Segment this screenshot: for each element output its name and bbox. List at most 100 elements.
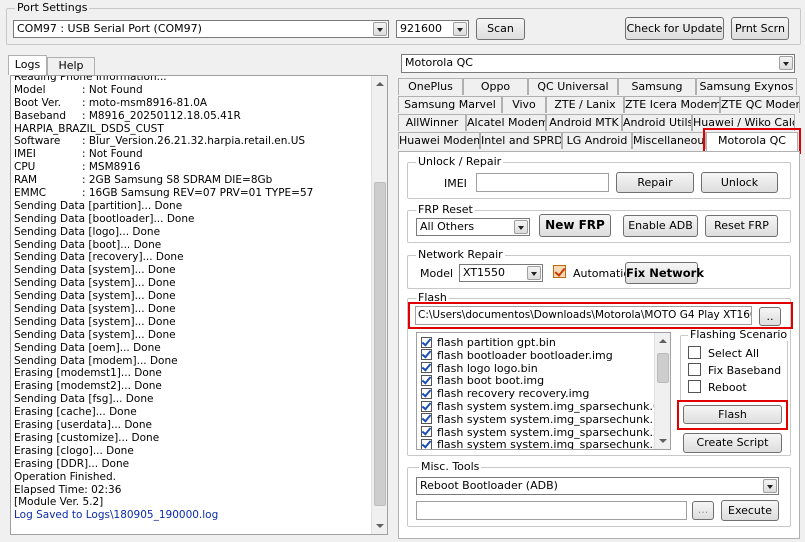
log-line: Sending Data [system]... Done [14, 303, 176, 316]
scroll-up-icon[interactable] [373, 77, 387, 91]
flash-item-checkbox[interactable] [421, 349, 432, 361]
imei-input[interactable] [476, 173, 609, 192]
tab-logs[interactable]: Logs [8, 55, 47, 75]
chevron-down-icon [763, 479, 777, 493]
tab-zte-lanix[interactable]: ZTE / Lanix [546, 96, 624, 113]
tab-oneplus[interactable]: OnePlus [398, 78, 463, 95]
flash-item-checkbox[interactable] [421, 362, 432, 374]
flash-list-item[interactable]: flash system system.img_sparsechunk.2 [421, 426, 660, 439]
log-line: RAM: 2GB Samsung S8 SDRAM DIE=8Gb [14, 174, 370, 187]
log-line: Erasing [modemst2]... Done [14, 380, 162, 393]
log-line: Baseband: M8916_20250112.18.05.41R [14, 110, 370, 123]
flash-path-input[interactable]: C:\Users\documentos\Downloads\Motorola\M… [415, 306, 752, 325]
flash-list-scrollbar[interactable] [654, 333, 670, 449]
scroll-thumb[interactable] [374, 182, 386, 506]
device-select[interactable]: Motorola QC [401, 54, 795, 73]
chevron-down-icon [373, 22, 387, 36]
frp-mode-select[interactable]: All Others [416, 218, 530, 236]
scan-button[interactable]: Scan [476, 18, 525, 40]
log-value: : MSM8916 [82, 161, 141, 174]
flash-title: Flash [416, 291, 449, 304]
new-frp-button[interactable]: New FRP [539, 214, 611, 237]
log-panel[interactable]: Reading Phone Information... Model: Not F… [10, 75, 388, 535]
fix-network-button[interactable]: Fix Network [625, 262, 704, 284]
flash-list-item[interactable]: flash system system.img_sparsechunk.3 [421, 438, 660, 449]
log-line: Sending Data [modem]... Done [14, 354, 178, 367]
flash-item-checkbox[interactable] [421, 413, 432, 425]
log-line: Software: Blur_Version.26.21.32.harpia.r… [14, 135, 370, 148]
tab-alcatel-modem[interactable]: Alcatel Modem [466, 114, 546, 131]
scroll-down-icon[interactable] [656, 434, 670, 448]
tab-zte-icera-modem[interactable]: ZTE Icera Modem [624, 96, 720, 113]
tab-allwinner[interactable]: AllWinner [398, 114, 466, 131]
tab-vivo[interactable]: Vivo [502, 96, 546, 113]
tab-huawei-wiko-calc[interactable]: Huawei / Wiko Calc [692, 114, 795, 131]
tab-samsung-marvel[interactable]: Samsung Marvel [398, 96, 502, 113]
flash-list-item[interactable]: flash logo logo.bin [421, 362, 538, 375]
flash-item-checkbox[interactable] [421, 438, 432, 449]
flash-item-checkbox[interactable] [421, 336, 432, 348]
tab-zte-qc-modem[interactable]: ZTE QC Modem [720, 96, 800, 113]
flash-button[interactable]: Flash [683, 405, 782, 424]
tab-miscellaneous[interactable]: Miscellaneous [632, 132, 706, 149]
tab-intel-and-sprd[interactable]: Intel and SPRD [480, 132, 562, 149]
log-line: Sending Data [system]... Done [14, 264, 176, 277]
tab-samsung-exynos[interactable]: Samsung Exynos [696, 78, 797, 95]
scroll-thumb[interactable] [657, 353, 669, 383]
enable-adb-button[interactable]: Enable ADB [623, 215, 698, 237]
log-key: EMMC [14, 187, 47, 200]
select-all-checkbox[interactable] [688, 346, 701, 359]
tab-lg-android[interactable]: LG Android [562, 132, 632, 149]
repair-button[interactable]: Repair [616, 172, 694, 193]
flash-list-item[interactable]: flash bootloader bootloader.img [421, 349, 613, 362]
flash-list-item[interactable]: flash system system.img_sparsechunk.0 [421, 400, 660, 413]
select-all-label: Select All [708, 347, 760, 360]
flash-item-checkbox[interactable] [421, 374, 432, 386]
flash-browse-button[interactable]: .. [759, 307, 781, 326]
model-label: Model [420, 267, 454, 280]
print-screen-button[interactable]: Prnt Scrn [731, 17, 789, 40]
log-value: : 2GB Samsung S8 SDRAM DIE=8Gb [82, 174, 273, 187]
tab-qc-universal[interactable]: QC Universal [528, 78, 618, 95]
misc-tools-title: Misc. Tools [419, 460, 482, 473]
tab-samsung[interactable]: Samsung [618, 78, 696, 95]
flashing-scenario-title: Flashing Scenario [688, 328, 790, 341]
flash-list-item[interactable]: flash boot boot.img [421, 374, 544, 387]
flash-list-item[interactable]: flash partition gpt.bin [421, 336, 556, 349]
flash-list-item[interactable]: flash system system.img_sparsechunk.1 [421, 413, 660, 426]
flash-item-label: flash system system.img_sparsechunk.1 [437, 412, 660, 426]
check-update-button[interactable]: Check for Update [625, 17, 724, 40]
misc-tool-select[interactable]: Reboot Bootloader (ADB) [416, 477, 779, 495]
automatic-checkbox[interactable] [553, 265, 566, 278]
misc-param-input[interactable] [416, 501, 687, 520]
flash-item-checkbox[interactable] [421, 400, 432, 412]
log-line: EMMC : 16GB Samsung REV=07 PRV=01 TYPE=57 [14, 187, 370, 200]
flash-item-checkbox[interactable] [421, 426, 432, 438]
log-line: Operation Finished. [14, 470, 116, 483]
reset-frp-button[interactable]: Reset FRP [705, 215, 778, 237]
tab-help[interactable]: Help [47, 57, 95, 75]
reboot-checkbox[interactable] [688, 380, 701, 393]
flash-file-list[interactable]: flash partition gpt.bin flash bootloader … [416, 332, 671, 450]
scroll-down-icon[interactable] [373, 519, 387, 533]
port-select[interactable]: COM97 : USB Serial Port (COM97) [13, 20, 389, 38]
baud-select[interactable]: 921600 [396, 20, 469, 38]
unlock-button[interactable]: Unlock [701, 172, 778, 193]
execute-button[interactable]: Execute [721, 500, 779, 521]
model-select[interactable]: XT1550 [459, 264, 543, 282]
create-script-button[interactable]: Create Script [683, 433, 782, 453]
flash-item-checkbox[interactable] [421, 387, 432, 399]
log-key: IMEI [14, 148, 36, 161]
flash-list-item[interactable]: flash recovery recovery.img [421, 387, 589, 400]
fix-baseband-checkbox[interactable] [688, 363, 701, 376]
tab-android-mtk[interactable]: Android MTK [546, 114, 622, 131]
tab-android-utils[interactable]: Android Utils [622, 114, 692, 131]
tab-oppo[interactable]: Oppo [463, 78, 528, 95]
log-scrollbar[interactable] [371, 76, 387, 534]
scroll-up-icon[interactable] [656, 334, 670, 348]
tab-huawei-modem[interactable]: Huawei Modem [398, 132, 480, 149]
tab-motorola-qc[interactable]: Motorola QC [706, 132, 798, 151]
log-value: : M8916_20250112.18.05.41R [82, 109, 241, 122]
log-value: : 16GB Samsung REV=07 PRV=01 TYPE=57 [82, 187, 314, 200]
misc-browse-button[interactable]: ... [692, 501, 714, 520]
